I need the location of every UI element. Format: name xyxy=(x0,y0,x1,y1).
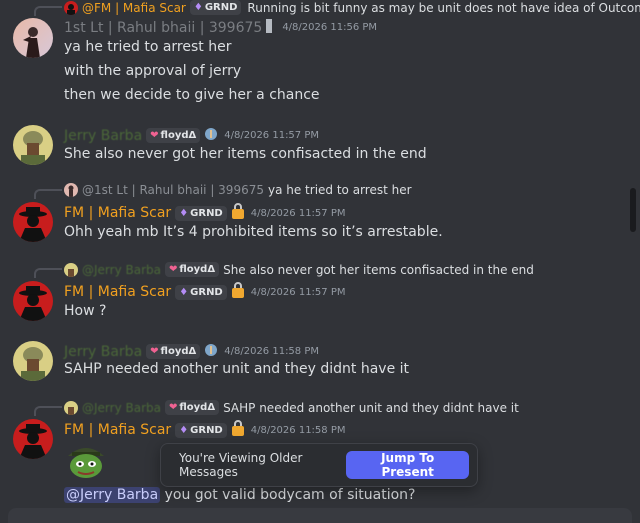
message-text: ya he tried to arrest her xyxy=(64,39,232,55)
tag-badge: ❤ floydΔ xyxy=(146,344,201,359)
tag-badge: ♦ GRND xyxy=(175,205,227,221)
timestamp: 4/8/2026 11:58 PM xyxy=(250,424,346,436)
heart-icon: ❤ xyxy=(150,346,159,357)
avatar[interactable] xyxy=(13,419,53,459)
lock-icon xyxy=(231,282,245,302)
tag-badge: ♦ GRND xyxy=(175,422,227,438)
avatar[interactable] xyxy=(13,18,53,58)
message-text: @Jerry Barba you got valid bodycam of si… xyxy=(64,487,416,503)
older-messages-banner: You're Viewing Older Messages Jump To Pr… xyxy=(160,443,478,487)
message-header: 1st Lt | Rahul bhaii | 399675 4/8/2026 1… xyxy=(64,18,377,37)
reply-spine xyxy=(34,6,62,16)
bookmark-icon xyxy=(266,18,273,37)
reply-text: Running is bit funny as may be unit does… xyxy=(247,0,640,15)
reply-author[interactable]: @Jerry Barba xyxy=(82,263,161,277)
avatar[interactable] xyxy=(13,202,53,242)
tag-badge: ❤ floydΔ xyxy=(146,128,201,143)
username[interactable]: 1st Lt | Rahul bhaii | 399675 xyxy=(64,20,262,36)
tag-badge: ❤ floydΔ xyxy=(164,400,220,415)
avatar[interactable] xyxy=(13,281,53,321)
message-text: SAHP needed another unit and they didnt … xyxy=(64,361,410,377)
jerry-avatar-mini xyxy=(64,262,78,277)
message-composer[interactable] xyxy=(8,508,632,523)
timestamp: 4/8/2026 11:58 PM xyxy=(224,346,319,357)
reply-preview[interactable]: @Jerry Barba ❤ floydΔ SAHP needed another… xyxy=(64,400,519,415)
username[interactable]: FM | Mafia Scar xyxy=(64,284,171,300)
banner-text: You're Viewing Older Messages xyxy=(179,451,303,479)
message-text: She also never got her items confisacted… xyxy=(64,146,427,162)
pepe-sticker[interactable] xyxy=(64,440,108,480)
user-mention[interactable]: @Jerry Barba xyxy=(64,487,161,503)
message-text: How ? xyxy=(64,303,107,319)
username[interactable]: FM | Mafia Scar xyxy=(64,422,171,438)
message-header: Jerry Barba ❤ floydΔ 4/8/2026 11:57 PM xyxy=(64,126,319,145)
lock-icon xyxy=(231,420,245,440)
reply-spine xyxy=(34,406,62,416)
rahul-avatar-mini xyxy=(64,183,78,197)
message-text: Ohh yeah mb It’s 4 prohibited items so i… xyxy=(64,224,443,240)
scrollbar-thumb[interactable] xyxy=(630,188,636,232)
reply-preview[interactable]: @Jerry Barba ❤ floydΔ She also never got … xyxy=(64,262,534,277)
reply-text: SAHP needed another unit and they didnt … xyxy=(223,400,519,415)
tag-icon: ♦ xyxy=(179,207,189,219)
jerry-avatar-mini xyxy=(64,400,78,415)
reply-author[interactable]: @FM | Mafia Scar xyxy=(82,1,186,15)
tag-badge: ❤ floydΔ xyxy=(164,262,220,277)
tag-icon: ♦ xyxy=(179,424,189,436)
jump-to-present-button[interactable]: Jump To Present xyxy=(346,451,469,479)
tag-icon: ♦ xyxy=(179,286,189,298)
message-header: FM | Mafia Scar ♦ GRND 4/8/2026 11:57 PM xyxy=(64,203,345,223)
timestamp: 4/8/2026 11:56 PM xyxy=(282,22,378,33)
reply-text: She also never got her items confisacted… xyxy=(223,262,534,277)
reply-author[interactable]: @Jerry Barba xyxy=(82,401,161,415)
tag-badge: ♦ GRND xyxy=(175,284,227,300)
reply-spine xyxy=(34,268,62,278)
heart-icon: ❤ xyxy=(168,402,178,413)
message-text: with the approval of jerry xyxy=(64,63,242,79)
shield-icon xyxy=(204,342,218,361)
reply-spine xyxy=(34,189,62,199)
shield-icon xyxy=(204,126,218,145)
reply-text: ya he tried to arrest her xyxy=(267,183,412,197)
heart-icon: ❤ xyxy=(150,130,159,141)
timestamp: 4/8/2026 11:57 PM xyxy=(250,286,346,298)
message-header: Jerry Barba ❤ floydΔ 4/8/2026 11:58 PM xyxy=(64,342,319,361)
lock-icon xyxy=(231,203,245,223)
avatar[interactable] xyxy=(13,125,53,165)
tag-badge: ♦ GRND xyxy=(189,0,242,15)
timestamp: 4/8/2026 11:57 PM xyxy=(224,130,319,141)
message-text: then we decide to give her a chance xyxy=(64,87,320,103)
message-header: FM | Mafia Scar ♦ GRND 4/8/2026 11:57 PM xyxy=(64,282,345,302)
mafia-avatar-mini xyxy=(64,0,78,15)
tag-icon: ♦ xyxy=(193,2,203,13)
heart-icon: ❤ xyxy=(168,264,178,275)
username[interactable]: Jerry Barba xyxy=(64,128,142,144)
username[interactable]: FM | Mafia Scar xyxy=(64,205,171,221)
reply-preview[interactable]: @1st Lt | Rahul bhaii | 399675 ya he tri… xyxy=(64,183,412,197)
username[interactable]: Jerry Barba xyxy=(64,344,142,360)
timestamp: 4/8/2026 11:57 PM xyxy=(250,207,346,219)
message-header: FM | Mafia Scar ♦ GRND 4/8/2026 11:58 PM xyxy=(64,420,345,440)
reply-author[interactable]: @1st Lt | Rahul bhaii | 399675 xyxy=(82,183,264,197)
reply-preview[interactable]: @FM | Mafia Scar ♦ GRND Running is bit fu… xyxy=(64,0,640,15)
avatar[interactable] xyxy=(13,341,53,381)
